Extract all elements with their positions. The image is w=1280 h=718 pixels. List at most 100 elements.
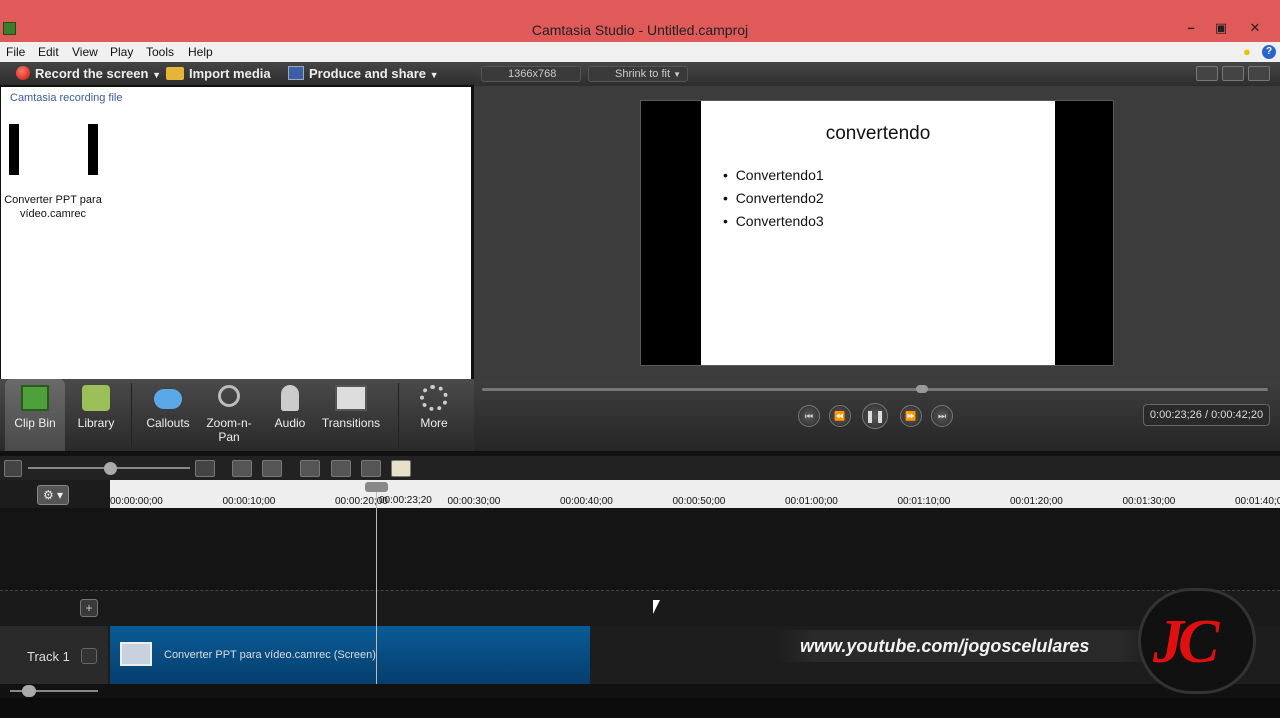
record-icon [16, 66, 30, 80]
ruler-tick-label: 00:01:00;00 [785, 496, 838, 507]
ruler-tick-label: 00:00:10;00 [222, 496, 276, 507]
ruler-tick-label: 00:00:50;00 [672, 496, 726, 507]
help-icon[interactable]: ? [1262, 45, 1276, 59]
thumb-bar-left [9, 124, 19, 175]
produce-share-button[interactable]: Produce and share ▼ [288, 66, 439, 81]
menu-view[interactable]: View [72, 45, 98, 59]
slide-title: convertendo [825, 123, 931, 144]
clip-bin-header: Camtasia recording file [10, 92, 123, 104]
paste-icon[interactable] [391, 460, 411, 477]
preview-canvas[interactable]: convertendo • Convertendo1 • Convertendo… [640, 100, 1114, 366]
zoom-out-icon[interactable] [4, 460, 22, 477]
split-icon[interactable] [331, 460, 351, 477]
ruler-tick-label: 00:00:40;00 [560, 496, 613, 507]
folder-icon [166, 67, 184, 80]
fast-forward-button[interactable]: ⏩ [900, 405, 922, 427]
dimensions-dropdown[interactable]: 1366x768 [481, 66, 581, 82]
tab-callouts[interactable]: Callouts [138, 379, 198, 451]
undo-icon[interactable] [232, 460, 252, 477]
bullet-text: Convertendo3 [735, 213, 824, 229]
tab-library[interactable]: Library [67, 379, 125, 451]
preview-toolbar: 1366x768 Shrink to fit ▼ [474, 62, 1280, 86]
playhead-time: 00:00:23;20 [379, 495, 432, 506]
ruler-tick-label: 00:01:40;00 [1235, 496, 1280, 507]
watermark-url: www.youtube.com/jogoscelulares [776, 630, 1156, 662]
detach-preview-icon[interactable] [1248, 66, 1270, 81]
tab-more[interactable]: More [404, 379, 464, 451]
film-strip-icon [21, 385, 49, 411]
ruler-tick-label: 00:00:30;00 [447, 496, 501, 507]
menu-file[interactable]: File [6, 45, 25, 59]
tab-clip-bin[interactable]: Clip Bin [5, 379, 65, 451]
menu-play[interactable]: Play [110, 45, 133, 59]
main-toolbar: Record the screen ▼ Import media Produce… [0, 62, 474, 86]
import-media-button[interactable]: Import media [166, 66, 271, 81]
ruler-tick-label: 00:01:30;00 [1122, 496, 1176, 507]
restore-button[interactable]: ▣ [1206, 19, 1236, 37]
minimize-button[interactable]: – [1176, 19, 1206, 37]
zoom-slider-handle[interactable] [104, 462, 117, 475]
clip-bin-panel: Camtasia recording file Converter PPT pa… [1, 87, 471, 379]
magnifier-icon [218, 385, 240, 407]
clip-label: Converter PPT para vídeo.camrec (Screen) [164, 649, 376, 661]
timeline-clip[interactable]: Converter PPT para vídeo.camrec (Screen) [110, 626, 590, 684]
speaker-icon [281, 385, 299, 411]
fullscreen-icon[interactable] [1222, 66, 1244, 81]
lock-icon[interactable] [81, 648, 97, 664]
bottom-bar [0, 698, 1280, 718]
clip-caption: Converter PPT para vídeo.camrec [4, 194, 102, 220]
zoom-in-icon[interactable] [195, 460, 215, 477]
scrub-handle[interactable] [916, 385, 929, 393]
copy-icon[interactable] [361, 460, 381, 477]
task-tabs: Clip Bin Library Callouts Zoom-n-Pan Aud… [0, 379, 474, 451]
menu-edit[interactable]: Edit [38, 45, 59, 59]
playhead-handle[interactable] [365, 482, 388, 492]
time-display: 0:00:23;26 / 0:00:42;20 [1143, 404, 1270, 426]
close-button[interactable]: ✕ [1240, 19, 1270, 37]
tab-zoom-n-pan[interactable]: Zoom-n-Pan [200, 379, 258, 451]
jc-logo: JC [1138, 588, 1256, 694]
clip-thumbnail[interactable] [9, 124, 98, 175]
scrub-bar[interactable] [482, 388, 1268, 391]
redo-icon[interactable] [262, 460, 282, 477]
jump-end-button[interactable]: ⏭ [931, 405, 953, 427]
menu-tools[interactable]: Tools [146, 45, 174, 59]
chevron-down-icon: ▼ [429, 70, 439, 80]
menu-bar: File Edit View Play Tools Help ● ? [0, 42, 1280, 62]
playback-controls: ⏮ ⏪ ❚❚ ⏩ ⏭ 0:00:23;26 / 0:00:42;20 [474, 381, 1280, 451]
title-bar: Camtasia Studio - Untitled.camproj – ▣ ✕ [0, 0, 1280, 42]
track-height-slider [0, 684, 1280, 698]
mouse-cursor-icon [653, 600, 660, 614]
ruler-tick-label: 00:01:20;00 [1010, 496, 1063, 507]
bullet-text: Convertendo1 [735, 167, 824, 183]
window-title: Camtasia Studio - Untitled.camproj [531, 22, 749, 38]
callout-icon [154, 389, 182, 409]
zoom-dropdown[interactable]: Shrink to fit ▼ [588, 66, 688, 82]
slider-handle[interactable] [22, 685, 36, 697]
add-track-icon[interactable]: + [80, 599, 98, 617]
playhead[interactable] [365, 482, 388, 686]
slide: convertendo • Convertendo1 • Convertendo… [701, 101, 1055, 365]
bullet-text: Convertendo2 [735, 190, 824, 206]
record-screen-button[interactable]: Record the screen ▼ [16, 66, 161, 81]
menu-help[interactable]: Help [188, 45, 213, 59]
hand-tool-icon[interactable] [1196, 66, 1218, 81]
preview-area: convertendo • Convertendo1 • Convertendo… [474, 86, 1280, 381]
tab-divider [131, 383, 132, 447]
track-header: Track 1 [0, 626, 108, 684]
jump-start-button[interactable]: ⏮ [798, 405, 820, 427]
lightbulb-icon[interactable]: ● [1243, 44, 1251, 59]
rewind-button[interactable]: ⏪ [829, 405, 851, 427]
tab-divider [398, 383, 399, 447]
timeline-toolbar [0, 456, 1280, 480]
pause-button[interactable]: ❚❚ [862, 403, 888, 429]
timeline-settings-gear-icon[interactable]: ⚙ ▾ [37, 485, 69, 505]
cut-icon[interactable] [300, 460, 320, 477]
ruler-ticks[interactable]: 00:00:00;00 00:00:10;00 00:00:20;00 00:00:3… [110, 480, 1280, 508]
slide-bullet: • Convertendo2 [723, 190, 824, 206]
tab-transitions[interactable]: Transitions [318, 379, 384, 451]
library-icon [82, 385, 110, 411]
timeline-ruler: ⚙ ▾ 00:00:00;00 00:00:10;00 00:00:20;00 00:… [0, 480, 1280, 508]
tab-audio[interactable]: Audio [262, 379, 318, 451]
ruler-tick-label: 00:01:10;00 [897, 496, 951, 507]
